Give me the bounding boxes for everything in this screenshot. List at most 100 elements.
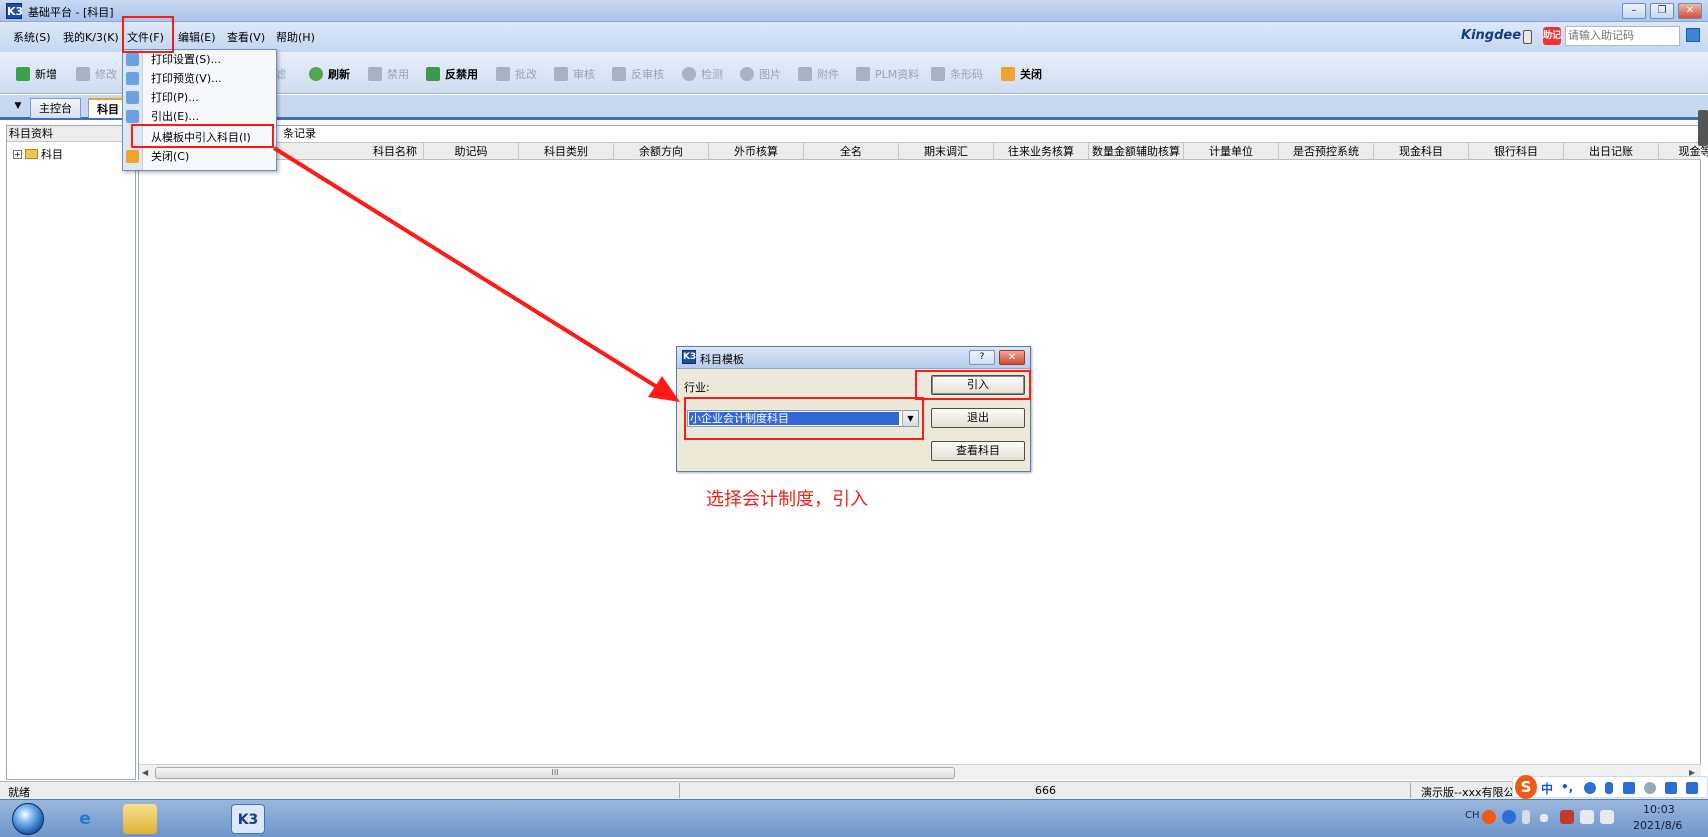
app-logo-icon: K3 [6,3,24,19]
tab-dropdown-icon[interactable]: ▼ [10,101,26,115]
helpcode-go-icon[interactable] [1686,28,1700,42]
menu-view[interactable]: 查看(V) [227,29,265,45]
display-icon[interactable] [1580,810,1594,824]
maximize-button[interactable]: ❐ [1650,3,1674,19]
side-panel-handle[interactable] [1698,110,1708,146]
media-player-icon[interactable] [176,804,210,834]
col-full-name[interactable]: 全名 [804,143,899,160]
grid-header: 科目名称 助记码 科目类别 余额方向 外币核算 全名 期末调汇 往来业务核算 数… [139,142,1708,160]
close-doc-button[interactable]: 关闭 [1001,66,1042,82]
dialog-titlebar: K3 科目模板 ? ✕ [677,347,1030,369]
kingdee-task-icon[interactable]: K3 [231,804,265,834]
sogou-logo-icon[interactable]: S [1515,775,1537,799]
user-icon[interactable] [1644,782,1656,794]
tree-node-account[interactable]: + 科目 [13,146,63,162]
menu-help[interactable]: 帮助(H) [276,29,315,45]
col-bank-account[interactable]: 银行科目 [1469,143,1564,160]
edit-button[interactable]: 修改 [76,66,117,82]
sogou-tray-icon[interactable] [1482,810,1496,824]
check-label: 检测 [701,68,723,81]
show-hidden-icon[interactable] [1540,814,1548,822]
skin-icon[interactable] [1665,782,1677,794]
status-bar: 就绪 666 演示版--xxx有限公司 [0,781,1708,799]
start-button-icon[interactable] [12,803,44,835]
plm-button[interactable]: PLM资料 [856,66,919,82]
print-preview-icon [126,72,139,85]
tab-main-console[interactable]: 主控台 [30,98,81,118]
unaudit-button[interactable]: 反审核 [612,66,664,82]
emoji-icon[interactable] [1584,782,1596,794]
attachment-button[interactable]: 附件 [798,66,839,82]
dialog-app-icon: K3 [682,350,697,364]
ime-punct-toggle[interactable]: •, [1561,780,1573,794]
col-qty-amount[interactable]: 数量金额辅助核算 [1089,143,1184,160]
ime-mode-toggle[interactable]: 中 [1541,780,1553,797]
check-button[interactable]: 检测 [682,66,723,82]
menu-system[interactable]: 系统(S) [13,29,51,45]
instruction-text: 选择会计制度，引入 [706,489,868,510]
kingdee-logo: Kingdee [1461,28,1522,43]
helpcode-input[interactable] [1565,26,1680,46]
menu-edit[interactable]: 编辑(E) [178,29,216,45]
file-explorer-icon[interactable] [123,804,157,834]
help-tray-icon[interactable] [1502,810,1516,824]
enable-button[interactable]: 反禁用 [426,66,478,82]
col-foreign-currency[interactable]: 外币核算 [709,143,804,160]
col-period-end-adjust[interactable]: 期末调汇 [899,143,994,160]
plm-label: PLM资料 [875,68,920,81]
ie-icon[interactable]: e [68,804,102,834]
barcode-icon [931,67,945,81]
close-window-button[interactable]: ✕ [1678,3,1702,19]
toolbox-icon[interactable] [1686,782,1698,794]
col-mnemonic[interactable]: 助记码 [424,143,519,160]
exit-button[interactable]: 退出 [931,408,1025,428]
menu-print-setup[interactable]: 打印设置(S)... [151,51,221,69]
batch-edit-button[interactable]: 批改 [496,66,537,82]
expand-icon[interactable]: + [13,149,22,159]
col-unit[interactable]: 计量单位 [1184,143,1279,160]
barcode-button[interactable]: 条形码 [931,66,983,82]
phone-icon[interactable] [1523,30,1532,44]
col-balance-direction[interactable]: 余额方向 [614,143,709,160]
image-button[interactable]: 图片 [740,66,781,82]
windows-taskbar: e K3 CH 10:03 2021/8/6 [0,799,1708,837]
status-ready: 就绪 [8,786,30,799]
window-title: 基础平台 - [科目] [28,6,114,19]
unaudit-icon [612,67,626,81]
view-accounts-button[interactable]: 查看科目 [931,441,1025,461]
attachment-icon [798,67,812,81]
menu-bar: 系统(S) 我的K/3(K) 文件(F) 编辑(E) 查看(V) 帮助(H) K… [0,22,1708,52]
menu-print-preview[interactable]: 打印预览(V)... [151,70,222,88]
horizontal-scrollbar[interactable]: ◀ III ▶ [139,764,1701,780]
scroll-thumb[interactable]: III [155,767,955,779]
dialog-close-button[interactable]: ✕ [999,350,1025,365]
menu-close[interactable]: 关闭(C) [151,148,189,166]
status-divider [1410,783,1411,798]
grid-record-caption: 条记录 [283,127,316,140]
add-button[interactable]: 新增 [16,66,57,82]
network-icon[interactable] [1560,810,1574,824]
col-journal[interactable]: 出日记账 [1564,143,1659,160]
menu-print[interactable]: 打印(P)... [151,89,199,107]
keyboard-icon[interactable] [1623,782,1635,794]
menu-my-k3[interactable]: 我的K/3(K) [63,29,119,45]
minimize-button[interactable]: – [1622,3,1646,19]
unaudit-label: 反审核 [631,68,664,81]
refresh-icon [309,67,323,81]
volume-icon[interactable] [1600,810,1614,824]
col-budget-control[interactable]: 是否预控系统 [1279,143,1374,160]
scroll-left-icon[interactable]: ◀ [142,768,148,777]
col-account-type[interactable]: 科目类别 [519,143,614,160]
refresh-button[interactable]: 刷新 [309,66,350,82]
clock-date[interactable]: 2021/8/6 [1633,819,1682,832]
pin-tray-icon[interactable] [1522,810,1530,824]
dialog-help-button[interactable]: ? [969,350,995,365]
col-ar-ap[interactable]: 往来业务核算 [994,143,1089,160]
microphone-icon[interactable] [1605,782,1613,794]
disable-button[interactable]: 禁用 [368,66,409,82]
language-indicator[interactable]: CH [1465,810,1480,821]
col-cash-account[interactable]: 现金科目 [1374,143,1469,160]
audit-button[interactable]: 审核 [554,66,595,82]
print-icon [126,91,139,104]
clock-time[interactable]: 10:03 [1643,803,1675,816]
